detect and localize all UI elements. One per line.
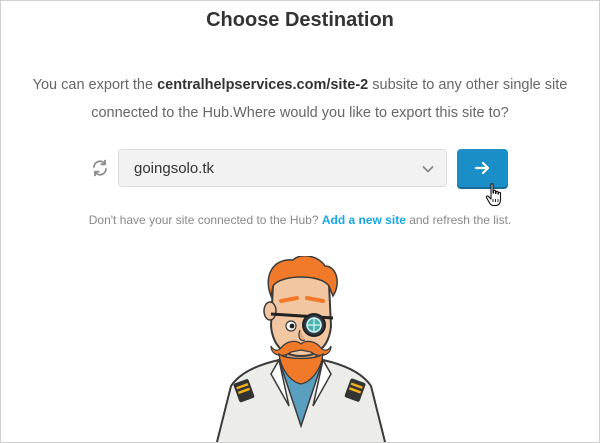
arrow-right-icon (474, 160, 491, 176)
hint-text-start: Don't have your site connected to the Hu… (88, 213, 322, 227)
description-text-start: You can export the (32, 77, 158, 93)
add-new-site-link[interactable]: Add a new site (322, 213, 406, 227)
chevron-down-icon (420, 161, 436, 177)
add-site-hint: Don't have your site connected to the Hu… (1, 213, 599, 227)
source-site-url: centralhelpservices.com/site-2 (157, 77, 369, 93)
captain-mascot-illustration (201, 254, 401, 442)
hand-cursor-icon (485, 182, 505, 208)
hint-text-end: and refresh the list. (405, 213, 512, 227)
dialog-title: Choose Destination (206, 9, 394, 31)
destination-site-select[interactable]: goingsolo.tk (118, 149, 447, 187)
selected-site-value: goingsolo.tk (134, 160, 215, 177)
refresh-icon[interactable] (90, 158, 110, 178)
choose-destination-dialog: Choose Destination You can export the ce… (0, 0, 600, 443)
dialog-description: You can export the centralhelpservices.c… (21, 71, 579, 127)
